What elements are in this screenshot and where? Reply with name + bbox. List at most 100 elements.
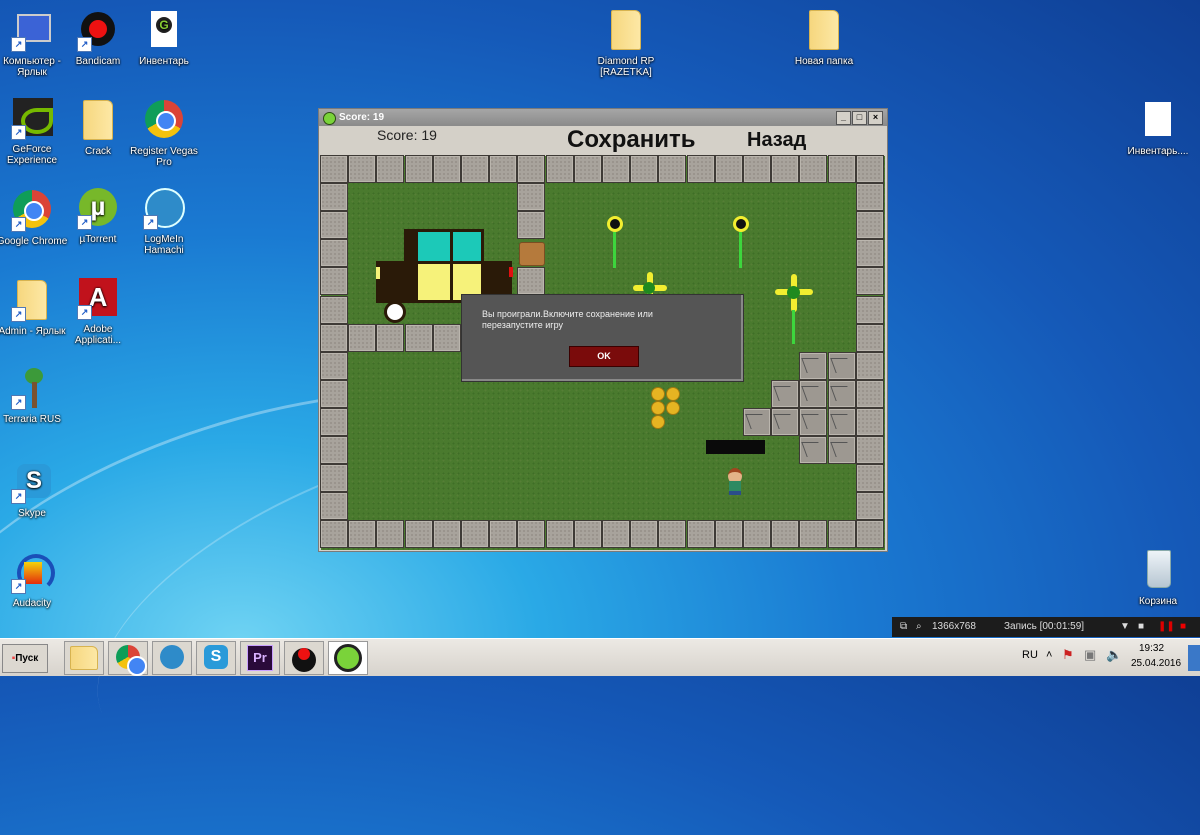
start-label: Пуск: [15, 653, 39, 664]
taskbar-explorer[interactable]: [64, 641, 104, 675]
clock-time[interactable]: 19:32: [1139, 643, 1164, 654]
icon-label: Инвентарь....: [1127, 146, 1189, 157]
stone-wall-tile: [658, 155, 687, 183]
skype-icon: S: [204, 645, 228, 669]
volume-icon[interactable]: 🔈: [1106, 647, 1122, 663]
stone-wall-tile: [855, 464, 884, 493]
stone-wall-tile: [320, 183, 348, 212]
gold-coin: [651, 415, 665, 429]
clock-date[interactable]: 25.04.2016: [1131, 658, 1181, 669]
stone-wall-tile: [320, 464, 348, 493]
recording-timer: Запись [00:01:59]: [1004, 621, 1085, 632]
stone-wall-tile: [376, 155, 405, 183]
desktop-icon-hamachi[interactable]: ↗ LogMeIn Hamachi: [126, 188, 202, 256]
desktop-icon-register-vegas[interactable]: Register Vegas Pro: [126, 98, 202, 168]
resolution-readout: 1366x768: [932, 621, 976, 632]
folder-icon: [611, 10, 641, 50]
icon-label: Корзина: [1138, 596, 1178, 607]
minimize-button[interactable]: _: [836, 111, 851, 125]
cracked-stone-tile: [799, 351, 828, 380]
desktop-icon-utorrent[interactable]: µ ↗ µTorrent: [60, 188, 136, 245]
treasure-chest: [519, 242, 546, 267]
desktop-icon-diamond-rp[interactable]: Diamond RP [RAZETKA]: [588, 8, 664, 78]
icon-label: Bandicam: [75, 56, 121, 67]
start-button[interactable]: ▪Пуск: [2, 644, 48, 673]
stone-wall-tile: [855, 295, 884, 324]
window-mode-icon[interactable]: ⧉: [900, 617, 907, 637]
stone-wall-tile: [320, 155, 348, 183]
gold-coin: [651, 387, 665, 401]
stone-wall-tile: [799, 155, 828, 183]
taskbar-premiere[interactable]: Pr: [240, 641, 280, 675]
taskbar-bandicam[interactable]: [284, 641, 324, 675]
show-desktop-button[interactable]: [1188, 645, 1200, 671]
stone-wall-tile: [743, 520, 771, 549]
action-center-flag-icon[interactable]: ⚑: [1062, 647, 1074, 663]
dropdown-icon[interactable]: ▼: [1120, 617, 1130, 637]
desktop-icon-bandicam[interactable]: ↗ Bandicam: [60, 10, 136, 67]
desktop-icon-audacity[interactable]: ↗ Audacity: [0, 552, 70, 609]
stone-wall-tile: [630, 155, 659, 183]
score-label: Score: 19: [377, 127, 437, 143]
stone-wall-tile: [517, 183, 546, 212]
chrome-icon: [116, 645, 147, 676]
stone-wall-tile: [658, 520, 687, 549]
desktop-icon-adobe[interactable]: A ↗ Adobe Applicati...: [60, 278, 136, 346]
stone-wall-tile: [573, 155, 602, 183]
stone-wall-tile: [432, 323, 461, 352]
cracked-stone-tile: [743, 407, 771, 436]
save-button[interactable]: Сохранить: [567, 126, 696, 154]
stone-wall-tile: [320, 379, 348, 408]
taskbar-hamachi[interactable]: [152, 641, 192, 675]
stop-icon[interactable]: ■: [1180, 617, 1186, 637]
stone-wall-tile: [404, 520, 433, 549]
show-hidden-icons-chevron[interactable]: ˄: [1046, 649, 1052, 661]
stone-wall-tile: [320, 492, 348, 521]
icon-label: Terraria RUS: [3, 414, 61, 425]
stone-wall-tile: [320, 323, 348, 352]
desktop-icon-terraria[interactable]: ↗ Terraria RUS: [0, 368, 70, 425]
cracked-stone-tile: [799, 407, 828, 436]
explorer-icon: [70, 646, 98, 670]
premiere-icon: Pr: [247, 645, 273, 671]
taskbar: ▪Пуск S Pr RU ˄ ⚑ ▣ 🔈 19:32 25.04.2016: [0, 638, 1200, 676]
stone-wall-tile: [376, 520, 405, 549]
desktop-icon-skype[interactable]: S ↗ Skype: [0, 462, 70, 519]
stone-wall-tile: [855, 323, 884, 352]
window-titlebar[interactable]: Score: 19 _ □ ×: [319, 109, 887, 126]
close-button[interactable]: ×: [868, 111, 883, 125]
stone-wall-tile: [827, 520, 856, 549]
desktop-icon-crack[interactable]: Crack: [60, 98, 136, 157]
taskbar-skype[interactable]: S: [196, 641, 236, 675]
cracked-stone-tile: [827, 379, 856, 408]
pause-icon[interactable]: ❚❚: [1158, 617, 1175, 637]
bandicam-recorder-bar: ⧉ ⌕ 1366x768 Запись [00:01:59] ▼ ■ ❚❚ ■: [892, 617, 1200, 637]
magnifier-icon[interactable]: ⌕: [916, 617, 922, 637]
stone-wall-tile: [630, 520, 659, 549]
desktop-icon-new-folder[interactable]: Новая папка: [786, 8, 862, 67]
desktop-icon-inventory[interactable]: G Инвентарь: [126, 10, 202, 67]
network-icon[interactable]: ▣: [1084, 647, 1096, 663]
language-indicator[interactable]: RU: [1022, 649, 1038, 661]
maximize-button[interactable]: □: [852, 111, 867, 125]
back-button[interactable]: Назад: [747, 129, 806, 152]
ok-button[interactable]: OK: [569, 346, 639, 367]
icon-label: Audacity: [12, 598, 52, 609]
stone-wall-tile: [686, 520, 715, 549]
cracked-stone-tile: [771, 379, 800, 408]
stone-wall-tile: [348, 520, 377, 549]
taskbar-chrome[interactable]: [108, 641, 148, 676]
icon-label: Crack: [84, 146, 112, 157]
taskbar-game[interactable]: [328, 641, 368, 675]
stone-wall-tile: [855, 183, 884, 212]
stone-wall-tile: [489, 155, 518, 183]
desktop-icon-inventory-file[interactable]: Инвентарь....: [1120, 100, 1196, 157]
hamachi-icon: [160, 645, 184, 669]
desktop-icon-recycle-bin[interactable]: Корзина: [1120, 550, 1196, 607]
stone-wall-tile: [714, 155, 743, 183]
camera-icon[interactable]: ■: [1138, 617, 1144, 637]
stone-wall-tile: [855, 155, 884, 183]
inventory-app-icon: G: [143, 10, 185, 52]
stone-wall-tile: [602, 155, 630, 183]
stone-wall-tile: [855, 267, 884, 296]
